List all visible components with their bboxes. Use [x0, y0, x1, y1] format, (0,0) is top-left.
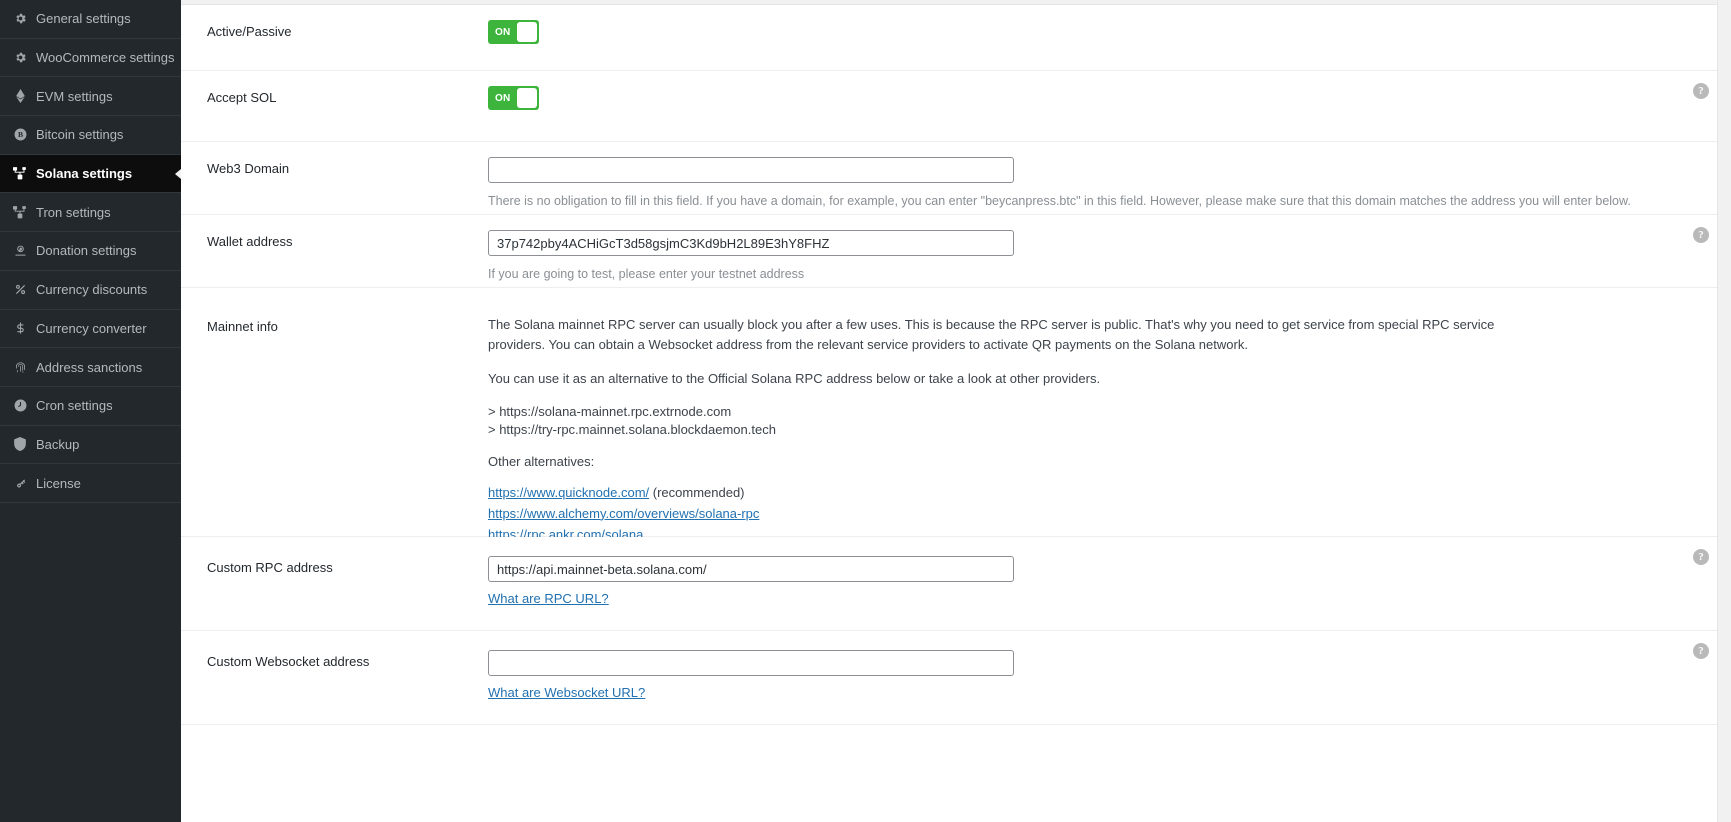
wallet-address-hint: If you are going to test, please enter y… — [488, 265, 1701, 284]
bitcoin-icon: B — [10, 128, 30, 141]
shield-icon — [10, 437, 30, 451]
help-icon[interactable]: ? — [1693, 549, 1709, 565]
sidebar-item-tron-settings[interactable]: Tron settings — [0, 193, 181, 232]
row-mainnet-info: Mainnet info The Solana mainnet RPC serv… — [181, 288, 1731, 537]
row-custom-websocket-address: Custom Websocket address What are Websoc… — [181, 631, 1731, 725]
clock-icon — [10, 399, 30, 412]
sidebar-item-label: Currency converter — [36, 321, 147, 336]
sidebar-item-label: Currency discounts — [36, 282, 147, 297]
help-icon[interactable]: ? — [1693, 643, 1709, 659]
sidebar-item-solana-settings[interactable]: Solana settings — [0, 155, 181, 194]
row-field-custom-rpc-address: What are RPC URL? — [488, 537, 1731, 630]
row-field-wallet-address: If you are going to test, please enter y… — [488, 215, 1731, 287]
mainnet-info-paragraph-1: The Solana mainnet RPC server can usuall… — [488, 315, 1528, 355]
tron-icon — [10, 206, 30, 219]
row-custom-rpc-address: Custom RPC address What are RPC URL? ? — [181, 537, 1731, 631]
gear-icon — [10, 51, 30, 64]
row-label-custom-rpc-address: Custom RPC address — [181, 537, 488, 630]
sidebar-item-label: Donation settings — [36, 243, 136, 258]
sidebar-item-label: Bitcoin settings — [36, 127, 123, 142]
row-label-active-passive: Active/Passive — [181, 5, 488, 70]
row-field-active-passive: ON — [488, 5, 1731, 70]
row-field-accept-sol: ON — [488, 71, 1731, 141]
vertical-scrollbar[interactable] — [1717, 0, 1731, 822]
row-label-mainnet-info: Mainnet info — [181, 288, 488, 536]
sidebar-item-evm-settings[interactable]: EVM settings — [0, 77, 181, 116]
help-icon[interactable]: ? — [1693, 83, 1709, 99]
accept-sol-toggle[interactable]: ON — [488, 86, 539, 110]
sidebar-item-backup[interactable]: Backup — [0, 426, 181, 465]
sidebar-item-label: Address sanctions — [36, 360, 142, 375]
alternative-link-row: https://www.alchemy.com/overviews/solana… — [488, 504, 1701, 525]
donation-icon — [10, 244, 30, 257]
sidebar-item-label: WooCommerce settings — [36, 50, 174, 65]
custom-websocket-address-input[interactable] — [488, 650, 1014, 676]
ethereum-icon — [10, 89, 30, 103]
gear-icon — [10, 12, 30, 25]
key-icon — [10, 477, 30, 490]
wallet-address-input[interactable] — [488, 230, 1014, 256]
solana-icon — [10, 167, 30, 180]
what-are-websocket-url-link[interactable]: What are Websocket URL? — [488, 685, 645, 700]
fingerprint-icon — [10, 361, 30, 374]
alternative-link[interactable]: https://www.quicknode.com/ — [488, 485, 649, 500]
alternative-link[interactable]: https://www.alchemy.com/overviews/solana… — [488, 506, 759, 521]
sidebar-item-label: Cron settings — [36, 398, 113, 413]
row-accept-sol: Accept SOL ON ? — [181, 71, 1731, 142]
sidebar-item-address-sanctions[interactable]: Address sanctions — [0, 348, 181, 387]
sidebar-item-label: General settings — [36, 11, 131, 26]
alternative-link-row: https://www.quicknode.com/ (recommended) — [488, 483, 1701, 504]
row-wallet-address: Wallet address If you are going to test,… — [181, 215, 1731, 288]
active-passive-toggle[interactable]: ON — [488, 20, 539, 44]
mainnet-endpoint: > https://solana-mainnet.rpc.extrnode.co… — [488, 403, 1701, 420]
row-label-wallet-address: Wallet address — [181, 215, 488, 287]
row-label-custom-websocket-address: Custom Websocket address — [181, 631, 488, 724]
sidebar-item-label: License — [36, 476, 81, 491]
sidebar-item-cron-settings[interactable]: Cron settings — [0, 387, 181, 426]
sidebar-item-label: Backup — [36, 437, 79, 452]
mainnet-endpoint: > https://try-rpc.mainnet.solana.blockda… — [488, 421, 1701, 438]
mainnet-info-paragraph-2: You can use it as an alternative to the … — [488, 369, 1528, 389]
sidebar-item-woocommerce-settings[interactable]: WooCommerce settings — [0, 39, 181, 78]
sidebar: General settings WooCommerce settings EV… — [0, 0, 181, 822]
toggle-knob — [517, 22, 537, 42]
sidebar-item-label: EVM settings — [36, 89, 113, 104]
svg-text:B: B — [17, 131, 22, 140]
help-icon[interactable]: ? — [1693, 227, 1709, 243]
percent-icon — [10, 283, 30, 296]
web3-domain-input[interactable] — [488, 157, 1014, 183]
row-field-custom-websocket-address: What are Websocket URL? — [488, 631, 1731, 724]
sidebar-item-license[interactable]: License — [0, 464, 181, 503]
sidebar-item-donation-settings[interactable]: Donation settings — [0, 232, 181, 271]
settings-main: Active/Passive ON Accept SOL ON ? Web3 D… — [181, 0, 1731, 822]
alternatives-heading: Other alternatives: — [488, 454, 1701, 469]
toggle-knob — [517, 88, 537, 108]
settings-page: General settings WooCommerce settings EV… — [0, 0, 1731, 822]
mainnet-endpoint-list: > https://solana-mainnet.rpc.extrnode.co… — [488, 403, 1701, 438]
row-active-passive: Active/Passive ON — [181, 5, 1731, 71]
sidebar-item-bitcoin-settings[interactable]: B Bitcoin settings — [0, 116, 181, 155]
row-field-web3-domain: There is no obligation to fill in this f… — [488, 142, 1731, 214]
toggle-state-label: ON — [490, 27, 510, 38]
sidebar-item-currency-converter[interactable]: Currency converter — [0, 310, 181, 349]
custom-rpc-address-input[interactable] — [488, 556, 1014, 582]
row-field-mainnet-info: The Solana mainnet RPC server can usuall… — [488, 288, 1731, 536]
row-label-accept-sol: Accept SOL — [181, 71, 488, 141]
dollar-icon — [10, 321, 30, 335]
row-label-web3-domain: Web3 Domain — [181, 142, 488, 214]
sidebar-item-currency-discounts[interactable]: Currency discounts — [0, 271, 181, 310]
toggle-state-label: ON — [490, 93, 510, 104]
alternative-link-note: (recommended) — [649, 485, 744, 500]
web3-domain-hint: There is no obligation to fill in this f… — [488, 192, 1701, 211]
sidebar-item-general-settings[interactable]: General settings — [0, 0, 181, 39]
row-web3-domain: Web3 Domain There is no obligation to fi… — [181, 142, 1731, 215]
sidebar-item-label: Tron settings — [36, 205, 111, 220]
what-are-rpc-url-link[interactable]: What are RPC URL? — [488, 591, 609, 606]
sidebar-item-label: Solana settings — [36, 166, 132, 181]
